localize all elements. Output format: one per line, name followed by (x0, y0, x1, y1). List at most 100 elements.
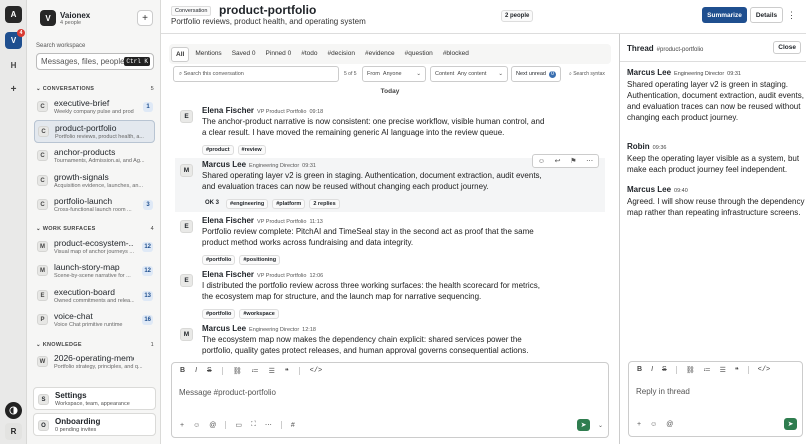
message-input[interactable]: Message #product-portfolio (179, 388, 276, 397)
section-knowledge[interactable]: ⌄ KNOWLEDGE 1 (36, 342, 154, 348)
plus-icon[interactable]: + (180, 422, 184, 429)
numbered-list-icon[interactable]: ≔ (252, 367, 259, 375)
mention-icon[interactable]: @ (209, 422, 216, 429)
tab-evidence[interactable]: #evidence (361, 47, 399, 62)
more-actions-icon[interactable]: ⋯ (586, 157, 593, 165)
from-select[interactable]: From Anyone ⌄ (362, 66, 426, 82)
reaction-ok[interactable]: OK 3 (202, 199, 222, 209)
section-work-surfaces[interactable]: ⌄ WORK SURFACES 4 (36, 226, 154, 232)
message-author[interactable]: Elena Fischer (202, 216, 254, 225)
video-icon[interactable]: ▭ (235, 421, 242, 429)
summarize-button[interactable]: Summarize (702, 7, 747, 23)
user-avatar[interactable]: R (5, 423, 22, 440)
bullet-list-icon[interactable]: ☰ (269, 367, 275, 375)
bullet-list-icon[interactable]: ☰ (720, 366, 726, 374)
strikethrough-icon[interactable]: S (662, 366, 667, 374)
channel-growth-signals[interactable]: C growth-signals Acquisition evidence, l… (34, 170, 155, 193)
message-tag[interactable]: #workspace (239, 309, 279, 319)
message-tag[interactable]: #positioning (239, 255, 281, 265)
search-syntax-link[interactable]: ⌕ Search syntax (569, 71, 605, 77)
tab-all[interactable]: All (171, 47, 190, 62)
message-author[interactable]: Marcus Lee (202, 324, 246, 333)
tab-blocked[interactable]: #blocked (439, 47, 473, 62)
expand-icon[interactable]: ⛶ (251, 421, 256, 429)
rail-home[interactable]: H (5, 57, 22, 74)
search-workspace-input[interactable]: Messages, files, people Ctrl K (36, 53, 154, 70)
message-item[interactable]: E Elena Fischer VP Product Portfolio 09:18… (175, 104, 605, 156)
tab-saved[interactable]: Saved 0 (228, 47, 260, 62)
italic-icon[interactable]: I (195, 367, 197, 375)
doc-2026-operating-memo[interactable]: W 2026-operating-memo Portfolio strategy… (34, 351, 155, 374)
message-tag[interactable]: #portfolio (202, 309, 236, 319)
tab-question[interactable]: #question (401, 47, 437, 62)
surface-execution-board[interactable]: E execution-board Owned commitments and … (34, 285, 155, 308)
add-reaction-icon[interactable]: ☺ (538, 158, 545, 165)
code-icon[interactable]: </> (310, 367, 323, 375)
send-reply-button[interactable]: ➤ (784, 418, 797, 430)
link-icon[interactable]: ⛓ (686, 366, 695, 374)
message-author[interactable]: Robin (627, 142, 650, 151)
more-options-icon[interactable]: ⋮ (787, 10, 796, 21)
message-item[interactable]: E Elena Fischer VP Product Portfolio 11:13… (175, 214, 605, 266)
rail-workspace-v[interactable]: V4 (5, 29, 25, 49)
conversation-search-input[interactable]: ⌕ Search this conversation (173, 66, 339, 82)
thread-message[interactable]: Marcus Lee Engineering Director 09:31 Shar… (627, 68, 805, 123)
workspace-name[interactable]: Vaionex (60, 11, 90, 20)
more-icon[interactable]: ⋯ (265, 421, 272, 429)
message-tag[interactable]: #platform (272, 199, 306, 209)
surface-voice-chat[interactable]: P voice-chat Voice Chat primitive runtim… (34, 309, 155, 332)
tab-todo[interactable]: #todo (297, 47, 321, 62)
quote-icon[interactable]: ❝ (285, 367, 289, 375)
hashtag-icon[interactable]: # (291, 422, 295, 429)
message-tag[interactable]: #engineering (226, 199, 269, 209)
surface-launch-story-map[interactable]: M launch-story-map Scene-by-scene narrat… (34, 260, 155, 283)
plus-icon[interactable]: + (637, 421, 641, 428)
onboarding-card[interactable]: O Onboarding 0 pending invites (33, 413, 156, 436)
strikethrough-icon[interactable]: S (207, 367, 212, 375)
new-item-button[interactable]: + (137, 10, 153, 26)
rail-add-button[interactable]: + (5, 81, 22, 98)
message-author[interactable]: Elena Fischer (202, 106, 254, 115)
bold-icon[interactable]: B (180, 367, 185, 375)
bookmark-icon[interactable]: ⚑ (570, 157, 576, 165)
numbered-list-icon[interactable]: ≔ (704, 366, 711, 374)
message-item[interactable]: M Marcus Lee Engineering Director 12:18 Th… (175, 322, 605, 360)
thread-reply-input[interactable]: Reply in thread (636, 387, 690, 396)
reply-icon[interactable]: ↩ (555, 157, 561, 165)
surface-product-ecosystem[interactable]: M product-ecosystem-... Visual map of an… (34, 236, 155, 259)
close-thread-button[interactable]: Close (773, 41, 801, 54)
emoji-icon[interactable]: ☺ (650, 421, 657, 428)
message-author[interactable]: Marcus Lee (627, 185, 671, 194)
link-icon[interactable]: ⛓ (233, 367, 242, 375)
quote-icon[interactable]: ❝ (735, 366, 739, 374)
message-author[interactable]: Elena Fischer (202, 270, 254, 279)
send-button[interactable]: ➤ (577, 419, 590, 431)
channel-anchor-products[interactable]: C anchor-products Tournaments, Admission… (34, 145, 155, 168)
message-tag[interactable]: #portfolio (202, 255, 236, 265)
channel-portfolio-launch[interactable]: C portfolio-launch Cross-functional laun… (34, 194, 155, 217)
channel-product-portfolio[interactable]: C product-portfolio Portfolio reviews, p… (34, 120, 155, 143)
mention-icon[interactable]: @ (666, 421, 673, 428)
tab-decision[interactable]: #decision (324, 47, 359, 62)
emoji-icon[interactable]: ☺ (193, 422, 200, 429)
message-author[interactable]: Marcus Lee (627, 68, 671, 77)
section-conversations[interactable]: ⌄ CONVERSATIONS 5 (36, 86, 154, 92)
settings-card[interactable]: S Settings Workspace, team, appearance (33, 387, 156, 410)
tab-mentions[interactable]: Mentions (191, 47, 225, 62)
thread-message[interactable]: Robin 09:36 Keep the operating layer visi… (627, 142, 805, 175)
message-tag[interactable]: #product (202, 145, 234, 155)
rail-workspace-a[interactable]: A (5, 6, 22, 23)
italic-icon[interactable]: I (651, 366, 653, 374)
bold-icon[interactable]: B (637, 366, 642, 374)
channel-executive-brief[interactable]: C executive-brief Weekly company pulse a… (34, 96, 155, 119)
tab-pinned[interactable]: Pinned 0 (262, 47, 296, 62)
theme-toggle-icon[interactable] (5, 402, 22, 419)
replies-link[interactable]: 2 replies (309, 199, 340, 209)
message-tag[interactable]: #review (237, 145, 266, 155)
code-icon[interactable]: </> (758, 366, 771, 374)
people-count-button[interactable]: 2 people (501, 10, 534, 22)
next-unread-button[interactable]: Next unread 0 (511, 66, 561, 82)
content-select[interactable]: Content Any content ⌄ (430, 66, 508, 82)
message-item[interactable]: E Elena Fischer VP Product Portfolio 12:06… (175, 268, 605, 320)
message-author[interactable]: Marcus Lee (202, 160, 246, 169)
